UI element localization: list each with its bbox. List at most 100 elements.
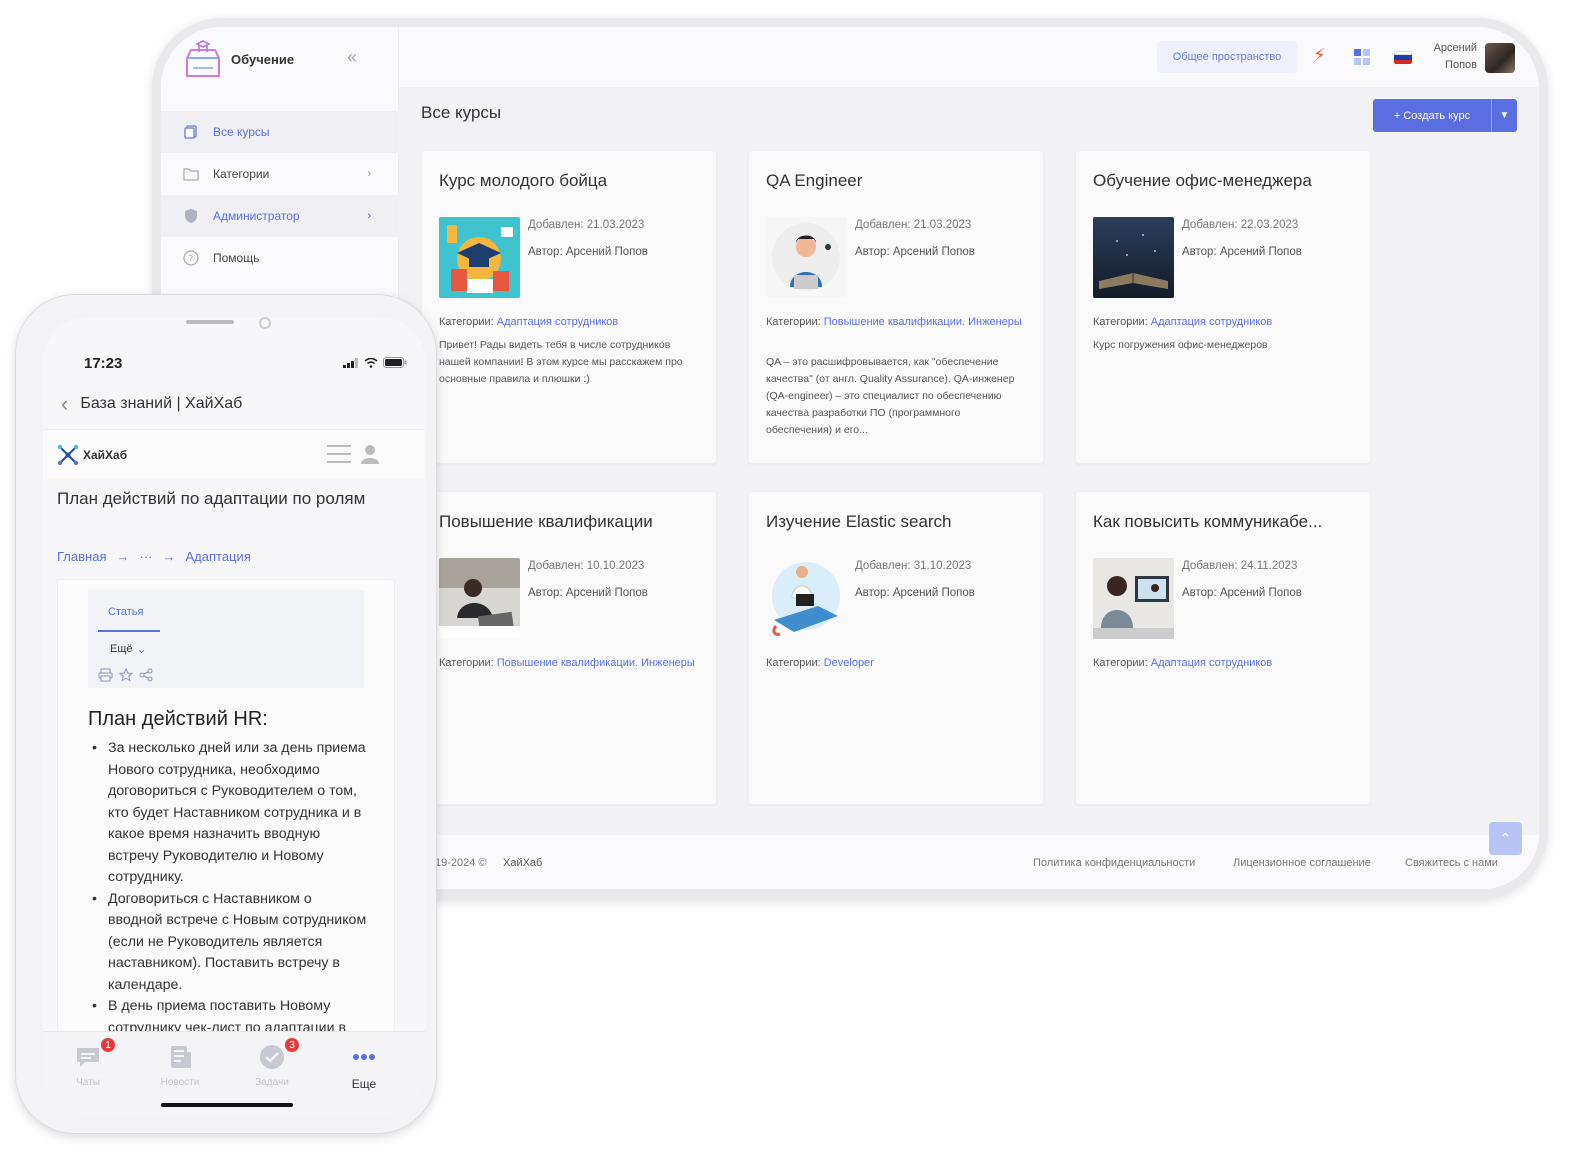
breadcrumb: Главная → ··· → Адаптация	[57, 549, 251, 564]
app-title: Обучение	[231, 51, 295, 67]
course-title[interactable]: Курс молодого бойца	[439, 171, 709, 191]
tab-chats[interactable]: 1 Чаты	[53, 1036, 123, 1088]
course-categories: Категории: Повышение квалификации. Инжен…	[766, 316, 1022, 328]
course-card[interactable]: QA Engineer Добавлен: 21.03.2023 Автор: …	[748, 150, 1044, 464]
share-icon[interactable]	[139, 668, 153, 682]
lightning-icon[interactable]: ⚡	[1313, 45, 1326, 66]
course-card[interactable]: Как повысить коммуникабе... Добавлен: 24…	[1075, 491, 1371, 805]
chat-icon	[77, 1048, 99, 1067]
breadcrumb-adaptation[interactable]: Адаптация	[185, 549, 250, 564]
battery-icon	[383, 357, 407, 368]
help-icon: ?	[183, 250, 199, 266]
course-card[interactable]: Курс молодого бойца Добавлен: 21.03.2023…	[421, 150, 717, 464]
site-header: ХайХаб	[43, 429, 425, 479]
workspace-button[interactable]: Общее пространство	[1157, 41, 1297, 73]
category-link[interactable]: Адаптация сотрудников	[497, 316, 619, 328]
sidebar-item-categories[interactable]: Категории ›	[161, 153, 399, 195]
list-item: За несколько дней или за день приема Нов…	[88, 738, 370, 889]
sidebar-item-all-courses[interactable]: Все курсы	[161, 111, 399, 153]
course-thumbnail[interactable]	[439, 558, 520, 639]
category-link[interactable]: Адаптация сотрудников	[1151, 316, 1273, 328]
course-title[interactable]: QA Engineer	[766, 171, 1036, 191]
double-chevron-left-icon: «	[347, 47, 358, 67]
course-thumbnail[interactable]	[766, 217, 847, 298]
sidebar-item-admin[interactable]: Администратор ›	[161, 195, 399, 237]
category-link[interactable]: Адаптация сотрудников	[1151, 657, 1273, 669]
create-course-button[interactable]: + Создать курс ▼	[1373, 99, 1517, 132]
chevron-left-icon[interactable]: ‹	[61, 391, 68, 417]
brand-logo[interactable]: ХайХаб	[57, 444, 127, 466]
sidebar-item-help[interactable]: ? Помощь	[161, 237, 399, 279]
user-icon[interactable]	[361, 444, 379, 464]
back-nav[interactable]: ‹ База знаний | ХайХаб	[61, 391, 242, 417]
topbar: Общее пространство ⚡ Арсений Попов	[399, 27, 1539, 87]
chevron-up-icon: ⌃	[1499, 830, 1512, 846]
sidebar-item-label: Категории	[213, 167, 270, 181]
arrow-right-icon: →	[162, 549, 176, 564]
course-description: Привет! Рады видеть тебя в числе сотрудн…	[439, 339, 683, 385]
contact-link[interactable]: Свяжитесь с нами	[1405, 857, 1498, 869]
chats-badge: 1	[99, 1036, 117, 1054]
course-title[interactable]: Повышение квалификации	[439, 512, 709, 532]
course-card[interactable]: Изучение Elastic search Добавлен: 31.10.…	[748, 491, 1044, 805]
phone-frame: 17:23 ‹ База знаний | ХайХаб ХайХаб План…	[15, 294, 437, 1134]
category-link[interactable]: Developer	[824, 657, 874, 669]
camera	[259, 317, 271, 329]
footer: 19-2024 © ХайХаб Политика конфиденциальн…	[399, 835, 1539, 889]
course-author: Автор: Арсений Попов	[855, 587, 975, 599]
sidebar-item-label: Администратор	[213, 209, 300, 223]
privacy-link[interactable]: Политика конфиденциальности	[1033, 857, 1195, 869]
category-link[interactable]: Повышение квалификации. Инженеры	[497, 657, 695, 669]
course-added: Добавлен: 10.10.2023	[528, 560, 645, 572]
chevron-right-icon: ›	[367, 168, 371, 180]
russian-flag-icon[interactable]	[1394, 51, 1412, 64]
course-author: Автор: Арсений Попов	[528, 246, 648, 258]
star-icon[interactable]	[119, 668, 133, 682]
section-title: План действий HR:	[88, 708, 268, 730]
tab-more[interactable]: Еще	[329, 1044, 399, 1091]
user-name[interactable]: Арсений Попов	[1427, 40, 1477, 74]
news-icon	[171, 1046, 191, 1068]
print-icon[interactable]	[98, 668, 113, 682]
course-thumbnail[interactable]	[439, 217, 520, 298]
sidebar-nav: Все курсы Категории › Администратор › ?	[161, 111, 399, 279]
chevron-down-icon[interactable]: ▼	[1491, 99, 1517, 132]
course-title[interactable]: Обучение офис-менеджера	[1093, 171, 1363, 191]
scroll-top-button[interactable]: ⌃	[1489, 822, 1522, 855]
course-thumbnail[interactable]	[1093, 558, 1174, 639]
page-title: Все курсы	[421, 103, 502, 122]
course-card[interactable]: Повышение квалификации Добавлен: 10.10.2…	[421, 491, 717, 805]
sidebar-item-label: Помощь	[213, 251, 260, 265]
home-indicator	[161, 1103, 293, 1107]
list-item: Договориться с Наставником о вводной вст…	[88, 889, 370, 997]
avatar[interactable]	[1485, 43, 1515, 73]
course-categories: Категории: Адаптация сотрудников	[1093, 657, 1273, 669]
hamburger-menu-icon[interactable]	[327, 444, 351, 464]
tab-article[interactable]: Статья	[108, 606, 143, 618]
breadcrumb-home[interactable]: Главная	[57, 549, 106, 564]
course-added: Добавлен: 31.10.2023	[855, 560, 972, 572]
apps-grid-icon[interactable]	[1354, 49, 1370, 65]
hr-steps-list: За несколько дней или за день приема Нов…	[88, 738, 370, 1039]
license-link[interactable]: Лицензионное соглашение	[1233, 857, 1371, 869]
tab-news[interactable]: Новости	[145, 1044, 215, 1088]
category-link[interactable]: Повышение квалификации. Инженеры	[824, 316, 1022, 328]
shield-icon	[183, 208, 199, 224]
status-time: 17:23	[84, 355, 123, 372]
article-tabs: Статья Ещё ⌄	[88, 590, 364, 688]
course-added: Добавлен: 24.11.2023	[1182, 560, 1298, 572]
course-thumbnail[interactable]	[766, 558, 847, 639]
tab-tasks[interactable]: 3 Задачи	[237, 1036, 307, 1088]
course-title[interactable]: Изучение Elastic search	[766, 512, 1036, 532]
breadcrumb-ellipsis[interactable]: ···	[139, 549, 152, 564]
collapse-sidebar-button[interactable]: «	[347, 47, 357, 68]
course-title[interactable]: Как повысить коммуникабе...	[1093, 512, 1363, 532]
status-icons	[343, 357, 407, 368]
footer-brand: ХайХаб	[503, 857, 543, 869]
course-card[interactable]: Обучение офис-менеджера Добавлен: 22.03.…	[1075, 150, 1371, 464]
course-thumbnail[interactable]	[1093, 217, 1174, 298]
course-author: Автор: Арсений Попов	[855, 246, 975, 258]
tab-more[interactable]: Ещё ⌄	[110, 642, 147, 656]
more-dots-icon	[353, 1054, 375, 1060]
svg-text:?: ?	[189, 255, 194, 265]
